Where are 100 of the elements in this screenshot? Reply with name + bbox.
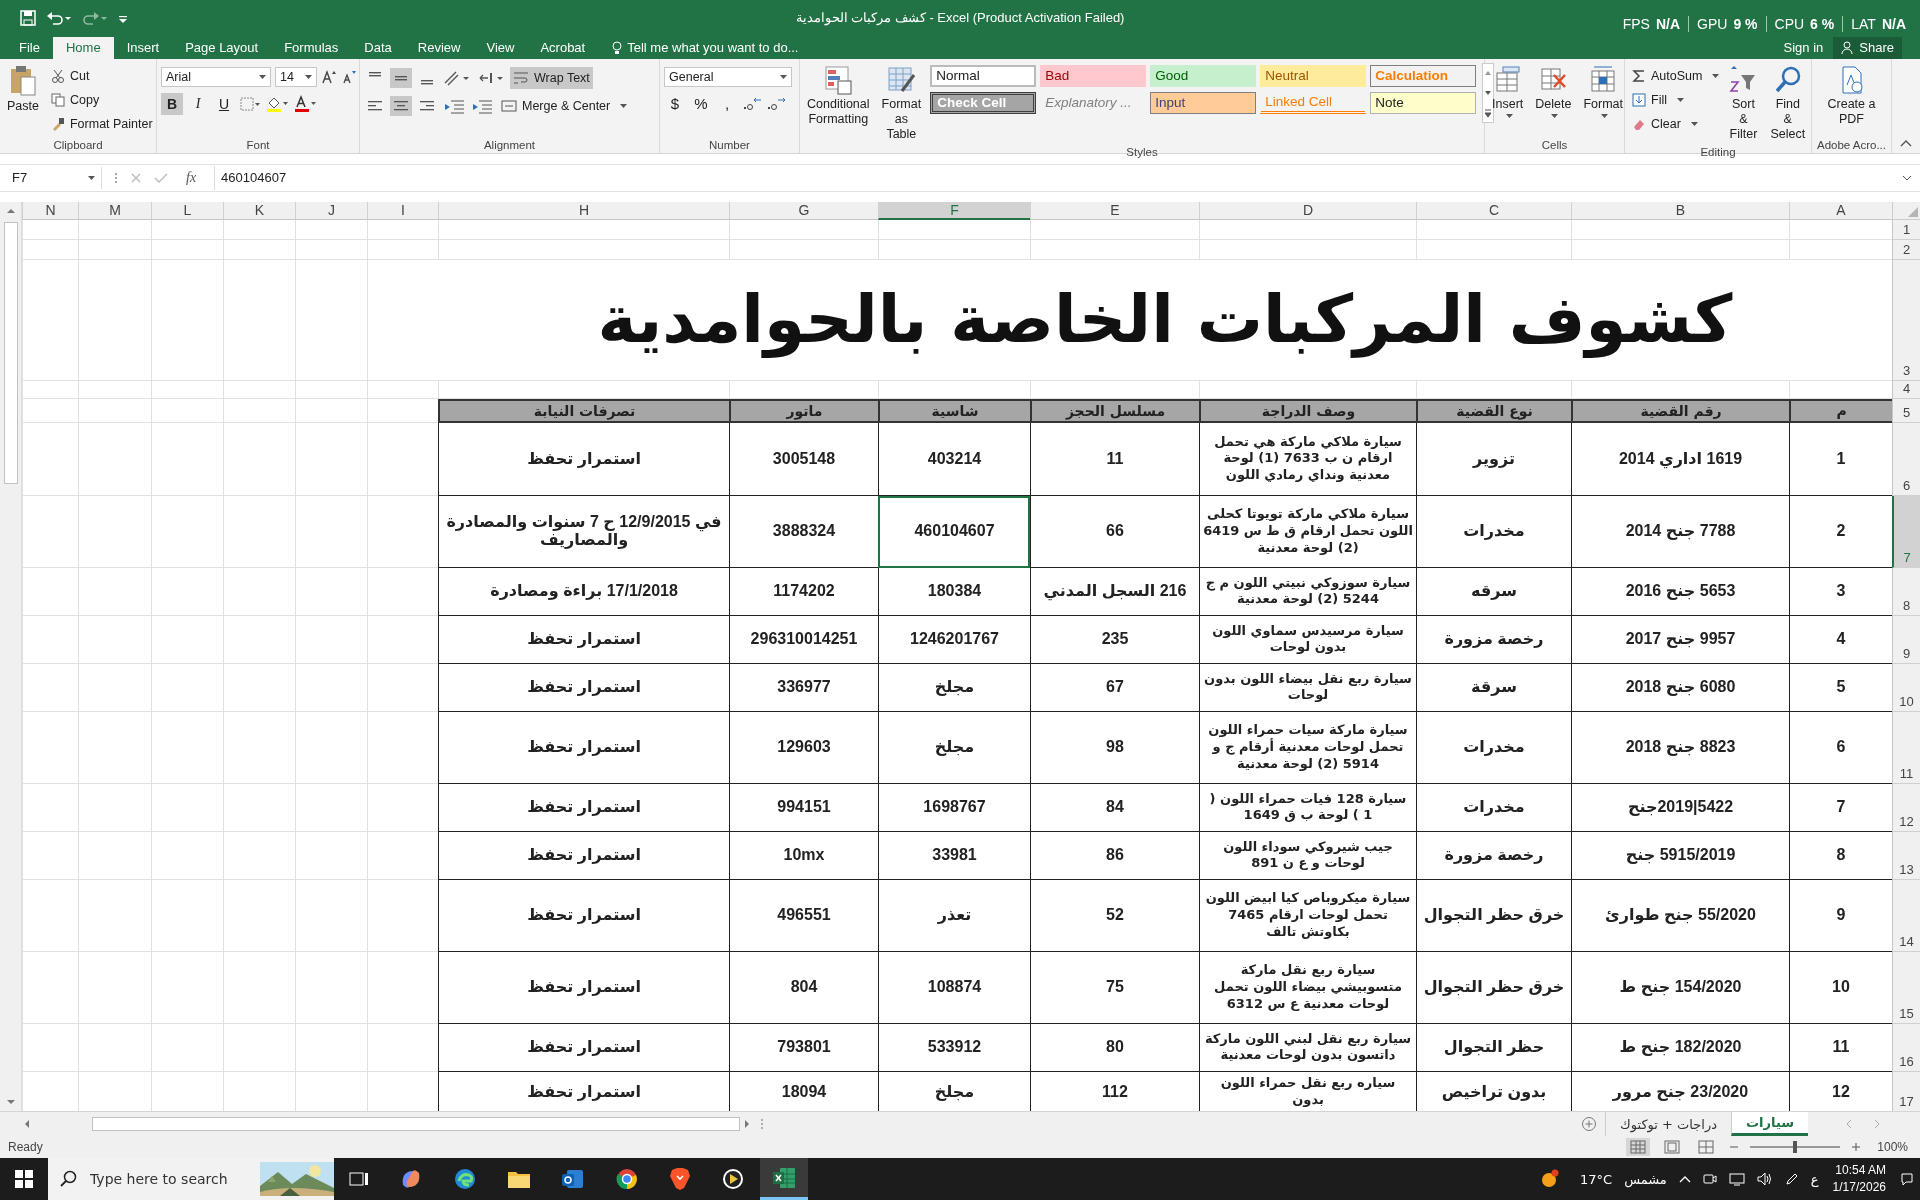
camera-icon[interactable] bbox=[1702, 1172, 1717, 1186]
windows-icon[interactable] bbox=[15, 1170, 33, 1188]
row-number[interactable]: 13 bbox=[1892, 831, 1920, 880]
row-number[interactable]: 11 bbox=[1892, 711, 1920, 784]
sign-in-link[interactable]: Sign in bbox=[1783, 40, 1824, 56]
chevron-up-icon[interactable] bbox=[1678, 1174, 1691, 1184]
empty-cell[interactable] bbox=[729, 380, 878, 399]
empty-cell[interactable] bbox=[295, 495, 367, 568]
empty-cell[interactable] bbox=[1416, 380, 1571, 399]
caret-icon[interactable] bbox=[305, 74, 312, 79]
gallery-scroll-icon[interactable] bbox=[1482, 62, 1495, 123]
column-heading[interactable]: G bbox=[729, 201, 878, 220]
empty-cell[interactable] bbox=[151, 380, 223, 399]
row-number[interactable]: 6 bbox=[1892, 422, 1920, 496]
shrink-font-icon[interactable] bbox=[341, 68, 357, 85]
empty-cell[interactable] bbox=[367, 951, 438, 1024]
empty-cell[interactable] bbox=[223, 879, 295, 952]
empty-cell[interactable] bbox=[22, 380, 78, 399]
clear-button[interactable]: Clear bbox=[1629, 112, 1684, 135]
empty-cell[interactable] bbox=[367, 1023, 438, 1072]
row-number[interactable]: 12 bbox=[1892, 783, 1920, 832]
empty-cell[interactable] bbox=[151, 259, 223, 381]
empty-cell[interactable] bbox=[367, 711, 438, 784]
caret-icon[interactable] bbox=[1505, 113, 1513, 118]
browser-icon[interactable] bbox=[453, 1167, 477, 1191]
network-icon[interactable] bbox=[1728, 1172, 1745, 1186]
cell-style-option[interactable]: Good bbox=[1150, 64, 1257, 87]
active-app-button[interactable] bbox=[760, 1158, 808, 1200]
empty-cell[interactable] bbox=[1416, 239, 1571, 260]
font-size-field[interactable]: 14 bbox=[275, 66, 317, 87]
empty-cell[interactable] bbox=[22, 831, 78, 880]
empty-cell[interactable] bbox=[878, 239, 1030, 260]
create-pdf-button[interactable]: Create a PDF bbox=[1816, 62, 1887, 129]
cell-style-option[interactable]: Explanatory ... bbox=[1040, 91, 1147, 114]
empty-cell[interactable] bbox=[1571, 219, 1789, 240]
number-format-button[interactable]: % bbox=[690, 92, 712, 115]
empty-cell[interactable] bbox=[729, 219, 878, 240]
column-heading[interactable]: E bbox=[1030, 201, 1199, 220]
select-all-icon[interactable] bbox=[1908, 206, 1918, 217]
empty-cell[interactable] bbox=[78, 951, 151, 1024]
column-heading[interactable]: N bbox=[22, 201, 78, 220]
empty-cell[interactable] bbox=[295, 783, 367, 832]
empty-cell[interactable] bbox=[151, 1023, 223, 1072]
empty-cell[interactable] bbox=[22, 567, 78, 616]
empty-cell[interactable] bbox=[367, 663, 438, 712]
column-heading[interactable]: M bbox=[78, 201, 151, 220]
ribbon-tab[interactable]: Home bbox=[52, 36, 114, 59]
clock-date[interactable]: 1/17/2026 bbox=[1832, 1179, 1886, 1196]
empty-cell[interactable] bbox=[1030, 239, 1199, 260]
empty-cell[interactable] bbox=[223, 398, 295, 423]
collapse-ribbon-icon[interactable] bbox=[1900, 138, 1912, 147]
font-style-button[interactable]: U bbox=[213, 92, 235, 115]
empty-cell[interactable] bbox=[151, 567, 223, 616]
font-style-button[interactable]: I bbox=[187, 92, 209, 115]
empty-cell[interactable] bbox=[151, 711, 223, 784]
caret-icon[interactable] bbox=[88, 175, 95, 180]
fill-button[interactable]: Fill bbox=[1629, 88, 1670, 111]
ribbon-tab[interactable]: Page Layout bbox=[172, 36, 272, 59]
empty-cell[interactable] bbox=[367, 219, 438, 240]
cell-style-option[interactable]: Note bbox=[1370, 91, 1477, 114]
column-heading[interactable]: A bbox=[1789, 201, 1892, 220]
row-number[interactable]: 3 bbox=[1892, 259, 1920, 381]
caret-icon[interactable] bbox=[1690, 121, 1698, 126]
empty-cell[interactable] bbox=[151, 663, 223, 712]
empty-cell[interactable] bbox=[367, 831, 438, 880]
empty-cell[interactable] bbox=[151, 219, 223, 240]
cell-style-option[interactable]: Normal bbox=[930, 64, 1037, 87]
caret-icon[interactable] bbox=[1601, 113, 1609, 118]
cell-style-option[interactable]: Bad bbox=[1040, 64, 1147, 87]
empty-cell[interactable] bbox=[367, 495, 438, 568]
grow-font-icon[interactable] bbox=[321, 68, 337, 85]
normal-view-icon[interactable] bbox=[1626, 1138, 1650, 1156]
column-heading[interactable]: D bbox=[1199, 201, 1416, 220]
save-icon[interactable] bbox=[20, 10, 36, 27]
empty-cell[interactable] bbox=[22, 398, 78, 423]
row-number[interactable]: 16 bbox=[1892, 1023, 1920, 1072]
font-style-button[interactable]: B bbox=[161, 92, 183, 115]
empty-cell[interactable] bbox=[367, 259, 438, 381]
expand-icon[interactable] bbox=[1902, 173, 1912, 182]
ribbon-tab[interactable]: Review bbox=[404, 36, 474, 59]
tell-me-search[interactable]: Tell me what you want to do... bbox=[612, 36, 799, 59]
number-format-button[interactable]: $ bbox=[664, 92, 686, 115]
empty-cell[interactable] bbox=[78, 831, 151, 880]
empty-cell[interactable] bbox=[78, 663, 151, 712]
row-number[interactable]: 5 bbox=[1892, 398, 1920, 423]
name-box[interactable]: F7 bbox=[6, 166, 102, 189]
empty-cell[interactable] bbox=[438, 239, 729, 260]
empty-cell[interactable] bbox=[295, 663, 367, 712]
speaker-icon[interactable] bbox=[1756, 1172, 1773, 1186]
zoom-level[interactable]: 100% bbox=[1872, 1140, 1908, 1154]
share-button[interactable]: Share bbox=[1833, 36, 1902, 59]
empty-cell[interactable] bbox=[223, 615, 295, 664]
empty-cell[interactable] bbox=[1571, 380, 1789, 399]
cell-style-option[interactable]: Input bbox=[1150, 91, 1257, 114]
undo-icon[interactable] bbox=[46, 10, 72, 27]
empty-cell[interactable] bbox=[367, 422, 438, 496]
empty-cell[interactable] bbox=[295, 951, 367, 1024]
empty-cell[interactable] bbox=[22, 422, 78, 496]
ribbon-tab[interactable]: Data bbox=[351, 36, 405, 59]
copy-button[interactable]: Copy bbox=[47, 88, 156, 111]
